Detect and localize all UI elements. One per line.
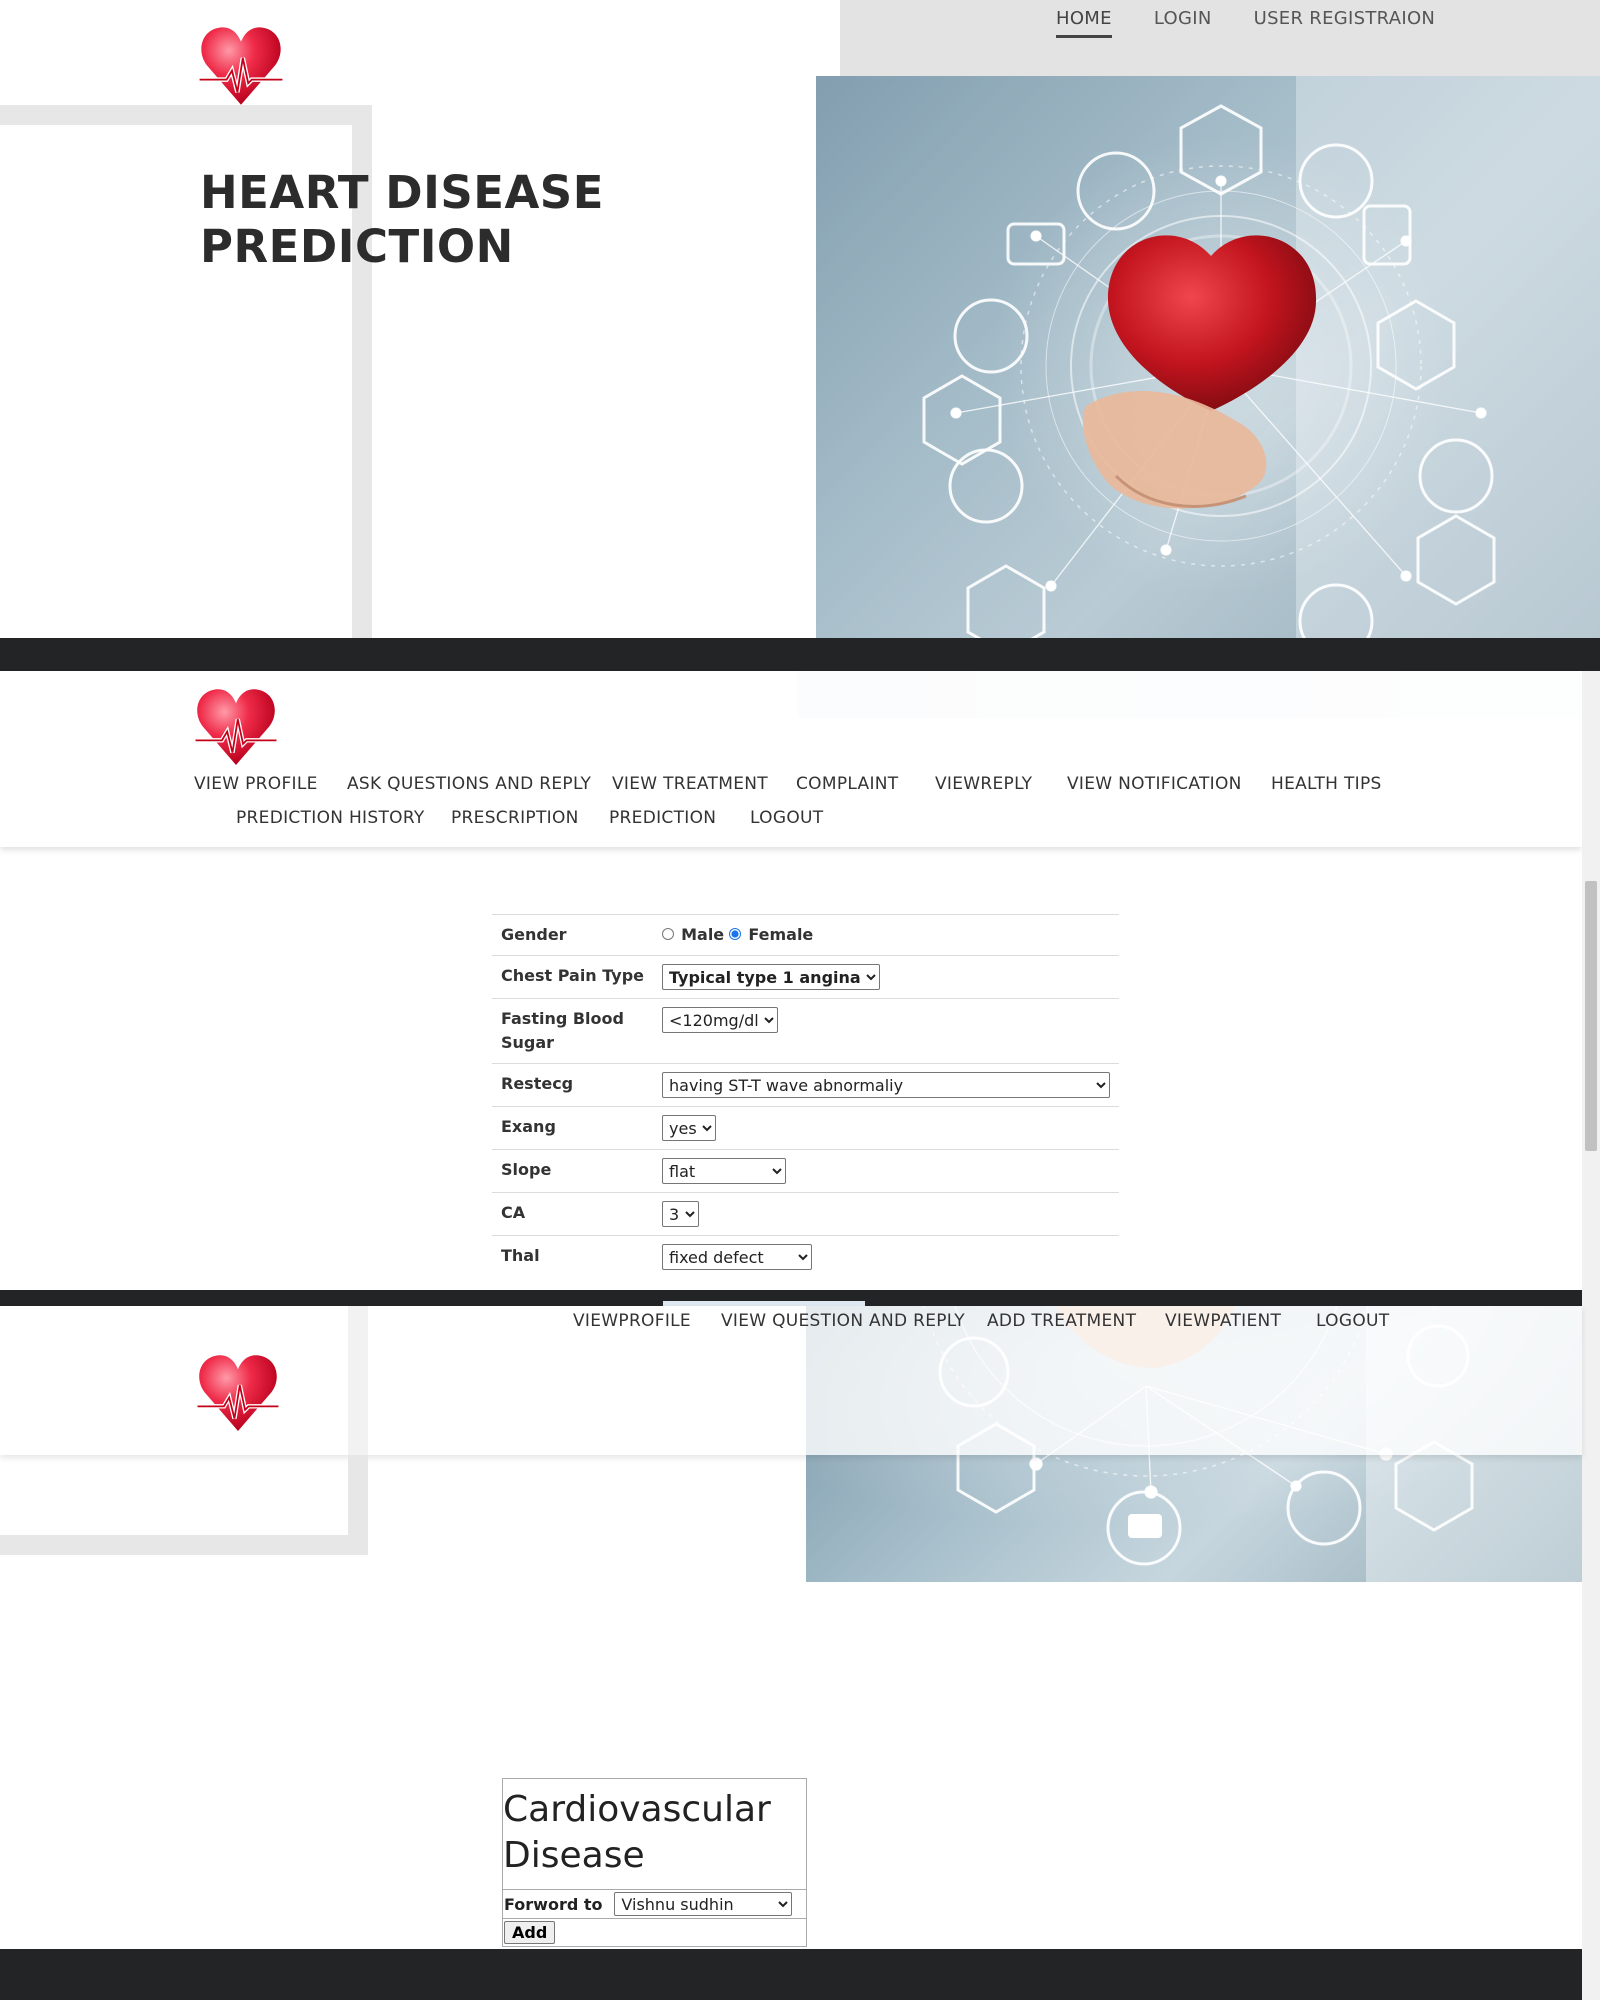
nav-prediction-history[interactable]: PREDICTION HISTORY <box>236 808 425 828</box>
thal-label: Thal <box>492 1235 653 1278</box>
nav-view-treatment[interactable]: VIEW TREATMENT <box>612 774 768 794</box>
page-scrollbar-thumb[interactable] <box>1585 881 1597 1151</box>
forward-to-select[interactable]: Vishnu sudhin <box>614 1892 793 1916</box>
gender-female-radio[interactable] <box>729 928 742 940</box>
form-row-slope: Slope flat <box>492 1149 1119 1193</box>
section-divider-bar <box>0 638 1600 671</box>
heart-logo-icon[interactable] <box>192 684 280 772</box>
nav-complaint[interactable]: COMPLAINT <box>796 774 898 794</box>
nav-prediction[interactable]: PREDICTION <box>609 808 716 828</box>
forward-to-label: Forword to <box>504 1894 603 1914</box>
ca-select[interactable]: 3 <box>662 1201 699 1227</box>
chest-pain-select[interactable]: Typical type 1 angina <box>662 964 880 990</box>
gender-label: Gender <box>492 914 653 956</box>
form-row-restecg: Restecg having ST-T wave abnormaliy <box>492 1063 1119 1107</box>
heart-logo-icon[interactable] <box>194 1350 282 1438</box>
prediction-form-table: Gender Male Female Chest Pain Type Typic… <box>492 914 1119 1278</box>
nav-logout[interactable]: LOGOUT <box>1316 1311 1389 1331</box>
nav-viewpatient[interactable]: VIEWPATIENT <box>1165 1311 1281 1331</box>
fbs-label: Fasting Blood Sugar <box>492 998 653 1064</box>
nav-view-question[interactable]: VIEW QUESTION AND REPLY <box>721 1311 965 1331</box>
add-button[interactable]: Add <box>504 1921 556 1944</box>
form-row-gender: Gender Male Female <box>492 914 1119 956</box>
title-line-2: PREDICTION <box>200 220 514 273</box>
top-nav: HOME LOGIN USER REGISTRAION <box>1056 8 1435 38</box>
restecg-select[interactable]: having ST-T wave abnormaliy <box>662 1072 1110 1098</box>
ca-label: CA <box>492 1192 653 1236</box>
nav-logout[interactable]: LOGOUT <box>750 808 823 828</box>
gender-male-label: Male <box>681 925 725 944</box>
decorative-frame-edge <box>348 1306 368 1455</box>
form-row-chest-pain: Chest Pain Type Typical type 1 angina <box>492 955 1119 999</box>
nav-login-link[interactable]: LOGIN <box>1154 8 1212 38</box>
form-row-fbs: Fasting Blood Sugar <120mg/dl <box>492 998 1119 1064</box>
slope-select[interactable]: flat <box>662 1158 786 1184</box>
fbs-select[interactable]: <120mg/dl <box>662 1007 778 1033</box>
nav-register-link[interactable]: USER REGISTRAION <box>1254 8 1436 38</box>
decorative-frame <box>0 1455 368 1555</box>
nav-home-link[interactable]: HOME <box>1056 8 1112 38</box>
nav-view-notification[interactable]: VIEW NOTIFICATION <box>1067 774 1242 794</box>
nav-health-tips[interactable]: HEALTH TIPS <box>1271 774 1382 794</box>
heart-logo-icon[interactable] <box>196 22 286 112</box>
forward-card-table: Cardiovascular Disease Forword to Vishnu… <box>502 1778 807 1947</box>
page-title: HEART DISEASE PREDICTION <box>200 166 604 274</box>
forward-card: Cardiovascular Disease Forword to Vishnu… <box>502 1778 807 1947</box>
nav-view-profile[interactable]: VIEW PROFILE <box>194 774 318 794</box>
gender-male-radio[interactable] <box>662 928 674 940</box>
nav-ask-questions[interactable]: ASK QUESTIONS AND REPLY <box>347 774 591 794</box>
disease-title: Cardiovascular Disease <box>503 1789 771 1876</box>
form-row-thal: Thal fixed defect <box>492 1235 1119 1278</box>
slope-label: Slope <box>492 1149 653 1193</box>
nav-prescription[interactable]: PRESCRIPTION <box>451 808 579 828</box>
form-row-exang: Exang yes <box>492 1106 1119 1150</box>
heart-hand-hero-image <box>816 76 1600 639</box>
gender-female-label: Female <box>748 925 814 944</box>
footer-bar <box>0 1949 1582 2000</box>
nav-add-treatment[interactable]: ADD TREATMENT <box>987 1311 1136 1331</box>
decorative-frame-top <box>0 105 352 125</box>
form-row-ca: CA 3 <box>492 1192 1119 1236</box>
page-scrollbar-track[interactable] <box>1582 671 1600 2000</box>
nav-viewprofile[interactable]: VIEWPROFILE <box>573 1311 691 1331</box>
exang-select[interactable]: yes <box>662 1115 716 1141</box>
prediction-form: Gender Male Female Chest Pain Type Typic… <box>492 914 1119 1278</box>
title-line-1: HEART DISEASE <box>200 166 604 219</box>
restecg-label: Restecg <box>492 1063 653 1107</box>
chest-pain-label: Chest Pain Type <box>492 955 653 999</box>
exang-label: Exang <box>492 1106 653 1150</box>
thal-select[interactable]: fixed defect <box>662 1244 812 1270</box>
nav-view-reply[interactable]: VIEWREPLY <box>935 774 1032 794</box>
